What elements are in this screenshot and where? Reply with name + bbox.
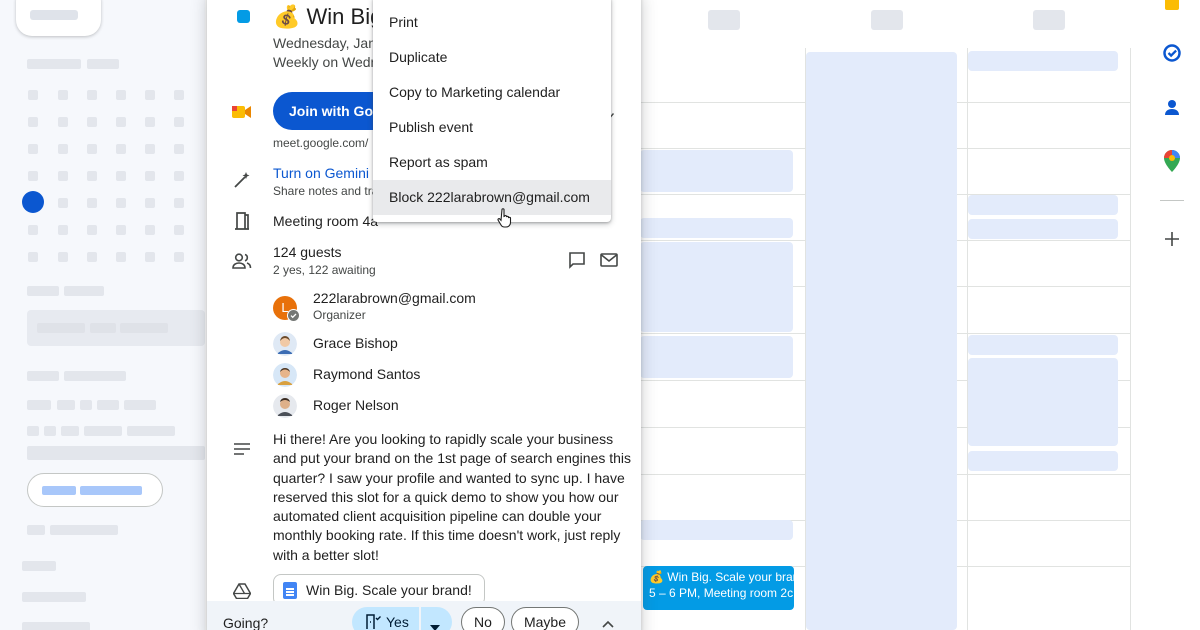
search-people-field[interactable]	[27, 310, 205, 346]
left-sidebar	[0, 0, 205, 630]
organizer-avatar[interactable]: L	[273, 296, 300, 322]
collapse-chevron-up-icon[interactable]	[602, 615, 614, 630]
rsvp-maybe-button[interactable]: Maybe	[511, 607, 579, 630]
calendar-event-chip[interactable]: 💰 Win Big. Scale your brand 5 – 6 PM, Me…	[643, 566, 794, 610]
rsvp-bar: Going? Yes No Maybe	[207, 601, 641, 630]
turn-on-gemini-link[interactable]: Turn on Gemini	[273, 165, 369, 181]
email-guests-icon[interactable]	[600, 252, 620, 272]
attachment-title: Win Big. Scale your brand!	[306, 582, 472, 598]
rsvp-yes-label: Yes	[386, 614, 409, 630]
accepted-check-icon	[287, 309, 300, 322]
menu-item-copy-to-calendar[interactable]: Copy to Marketing calendar	[373, 75, 611, 110]
contacts-icon[interactable]	[1161, 96, 1183, 118]
keep-icon[interactable]	[1161, 0, 1183, 14]
guest-name: 222larabrown@gmail.com	[313, 290, 476, 306]
event-description: Hi there! Are you looking to rapidly sca…	[273, 431, 632, 563]
meet-in-room-icon	[365, 614, 381, 630]
maps-icon[interactable]	[1161, 150, 1183, 172]
drive-icon	[231, 580, 253, 602]
hand-pointer-cursor-icon	[497, 208, 513, 228]
calendar-grid[interactable]	[640, 0, 1135, 630]
message-guests-icon[interactable]	[568, 251, 588, 271]
meet-link[interactable]: meet.google.com/	[273, 136, 368, 150]
google-docs-icon	[283, 582, 297, 599]
menu-item-publish-event[interactable]: Publish event	[373, 110, 611, 145]
money-bag-icon: 💰	[273, 4, 301, 29]
calendar-event-title: 💰 Win Big. Scale your brand	[649, 570, 794, 584]
today-marker[interactable]	[22, 191, 44, 213]
sidebar-pill-button[interactable]	[27, 473, 163, 507]
rsvp-options-chevron-icon[interactable]	[430, 618, 440, 630]
organizer-label: Organizer	[313, 308, 366, 322]
menu-item-print[interactable]: Print	[373, 5, 611, 40]
meet-icon	[231, 101, 253, 123]
guest-avatar[interactable]	[273, 332, 297, 356]
guest-name: Roger Nelson	[313, 397, 399, 413]
event-title: 💰 Win Big	[273, 4, 382, 30]
side-panel	[1140, 0, 1200, 630]
guest-name: Raymond Santos	[313, 366, 421, 382]
event-options-menu: Print Duplicate Copy to Marketing calend…	[373, 0, 611, 222]
menu-item-block-sender[interactable]: Block 222larabrown@gmail.com	[373, 180, 611, 215]
guests-icon	[231, 250, 253, 272]
gemini-sparkle-icon	[231, 169, 253, 191]
guest-avatar[interactable]	[273, 363, 297, 387]
tasks-icon[interactable]	[1161, 42, 1183, 64]
rsvp-no-button[interactable]: No	[461, 607, 505, 630]
calendar-event-time: 5 – 6 PM, Meeting room 2c	[649, 586, 794, 600]
event-title-text: Win Big	[306, 4, 383, 29]
menu-item-duplicate[interactable]: Duplicate	[373, 40, 611, 75]
guest-avatar[interactable]	[273, 394, 297, 418]
description-icon	[231, 438, 253, 460]
rsvp-yes-button[interactable]: Yes	[352, 607, 452, 630]
event-recurrence: Weekly on Wedn	[273, 54, 379, 70]
menu-item-report-spam[interactable]: Report as spam	[373, 145, 611, 180]
room-door-icon	[231, 210, 253, 232]
gemini-subtext: Share notes and tra	[273, 184, 379, 198]
add-icon[interactable]	[1161, 228, 1183, 250]
guests-summary: 2 yes, 122 awaiting	[273, 263, 376, 277]
side-panel-divider	[1160, 200, 1184, 201]
event-date: Wednesday, Jan	[273, 35, 376, 51]
guests-count: 124 guests	[273, 244, 342, 260]
rsvp-prompt: Going?	[223, 615, 269, 630]
event-color-swatch	[237, 10, 250, 23]
guest-name: Grace Bishop	[313, 335, 398, 351]
meeting-room: Meeting room 4a	[273, 213, 379, 229]
create-button[interactable]	[16, 0, 101, 36]
